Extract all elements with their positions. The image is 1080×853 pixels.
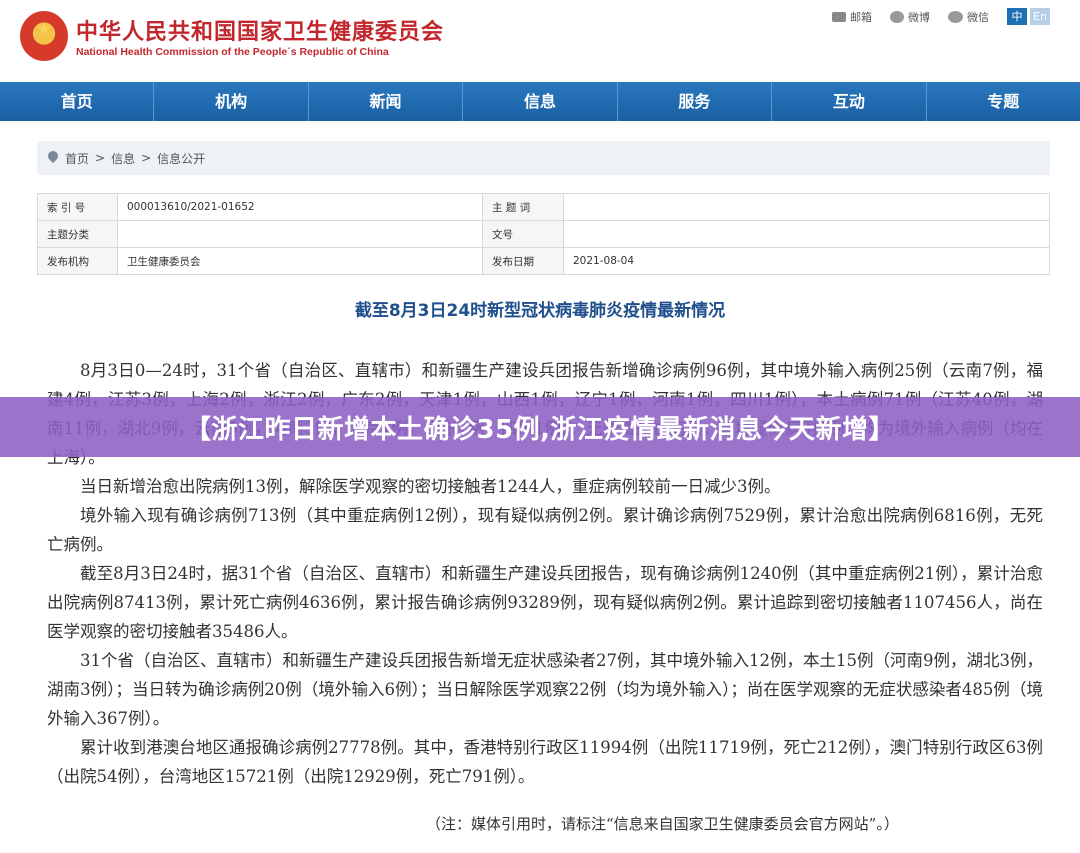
nav-news[interactable]: 新闻 [309,82,464,121]
top-links: 邮箱 微博 微信 中 En [832,8,1050,25]
nav-services[interactable]: 服务 [618,82,773,121]
site-subtitle: National Health Commission of the People… [76,46,389,58]
document-info-table: 索 引 号 000013610/2021-01652 主 题 词 主题分类 文号… [37,193,1050,275]
index-label: 索 引 号 [37,193,118,221]
wechat-link[interactable]: 微信 [948,9,989,25]
category-label: 主题分类 [37,220,118,248]
table-row: 发布机构 卫生健康委员会 发布日期 2021-08-04 [37,247,1050,275]
breadcrumb-separator: > [95,151,106,165]
article-title: 截至8月3日24时新型冠状病毒肺炎疫情最新情况 [354,301,726,321]
weibo-link[interactable]: 微博 [890,9,930,25]
main-nav: 首页 机构 新闻 信息 服务 互动 专题 [0,82,1080,121]
headline-banner: 【浙江昨日新增本土确诊35例,浙江疫情最新消息今天新增】 [0,397,1080,457]
docno-label: 文号 [482,220,564,248]
org-label: 发布机构 [37,247,118,275]
location-pin-icon [47,151,59,165]
weibo-icon [890,10,904,23]
banner-headline: 【浙江昨日新增本土确诊35例,浙江疫情最新消息今天新增】 [184,414,896,445]
date-value: 2021-08-04 [563,247,1050,275]
nav-information[interactable]: 信息 [463,82,618,121]
breadcrumb-info-public[interactable]: 信息公开 [157,150,205,167]
keyword-label: 主 题 词 [482,193,564,221]
docno-value [563,220,1050,248]
wechat-icon [948,10,963,23]
mail-link[interactable]: 邮箱 [832,9,872,25]
nav-interaction[interactable]: 互动 [772,82,927,121]
lang-zh-button[interactable]: 中 [1007,8,1027,25]
national-emblem-logo[interactable] [20,11,68,61]
date-label: 发布日期 [482,247,564,275]
site-header: 中华人民共和国国家卫生健康委员会 National Health Commiss… [0,0,1080,82]
nav-home[interactable]: 首页 [0,82,155,121]
org-value: 卫生健康委员会 [117,247,483,275]
article-paragraph: 境外输入现有确诊病例713例（其中重症病例12例），现有疑似病例2例。累计确诊病… [47,506,1043,554]
breadcrumb-home[interactable]: 首页 [65,150,89,167]
language-switch: 中 En [1007,8,1050,25]
breadcrumb-info[interactable]: 信息 [111,150,135,167]
table-row: 主题分类 文号 [37,220,1050,248]
mail-icon [832,11,846,22]
category-value [117,220,483,248]
keyword-value [563,193,1050,221]
citation-note: （注：媒体引用时，请标注“信息来自国家卫生健康委员会官方网站”。） [426,815,899,833]
index-value: 000013610/2021-01652 [117,193,483,221]
article-paragraph: 当日新增治愈出院病例13例，解除医学观察的密切接触者1244人，重症病例较前一日… [80,477,781,496]
article-paragraph: 31个省（自治区、直辖市）和新疆生产建设兵团报告新增无症状感染者27例，其中境外… [47,651,1043,728]
lang-en-button[interactable]: En [1030,8,1050,25]
breadcrumb-separator: > [141,151,152,165]
article-paragraph: 截至8月3日24时，据31个省（自治区、直辖市）和新疆生产建设兵团报告，现有确诊… [47,564,1043,641]
article-paragraph: 累计收到港澳台地区通报确诊病例27778例。其中，香港特别行政区11994例（出… [47,738,1043,786]
site-title[interactable]: 中华人民共和国国家卫生健康委员会 [76,14,444,46]
table-row: 索 引 号 000013610/2021-01652 主 题 词 [37,193,1050,221]
breadcrumb: 首页 > 信息 > 信息公开 [37,141,1050,175]
nav-topics[interactable]: 专题 [927,82,1080,121]
nav-institutions[interactable]: 机构 [154,82,309,121]
